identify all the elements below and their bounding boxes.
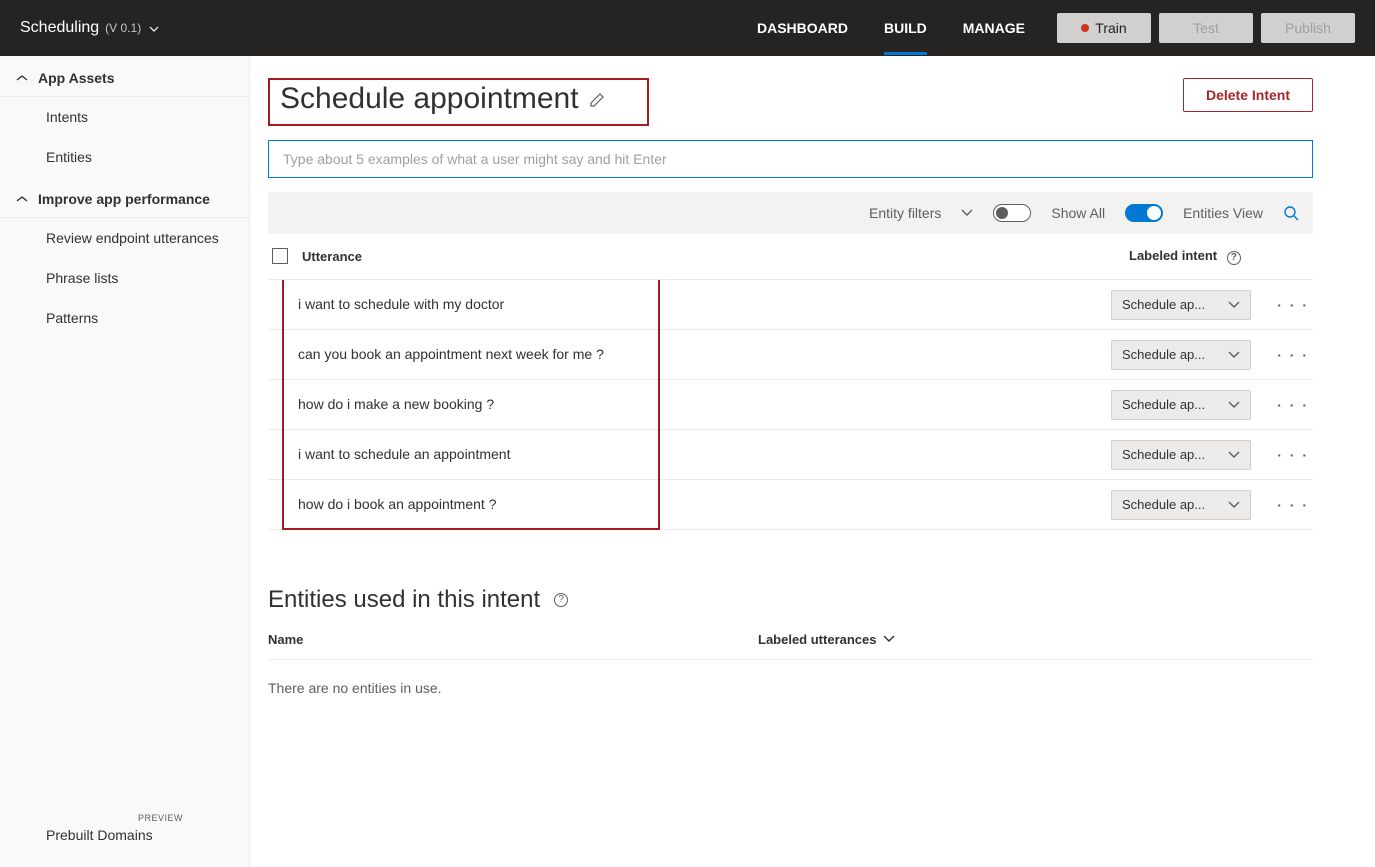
more-icon[interactable]: · · · <box>1277 397 1309 413</box>
column-utterance: Utterance <box>302 249 1129 264</box>
test-button[interactable]: Test <box>1159 13 1253 43</box>
status-dot-icon <box>1081 24 1089 32</box>
entities-section-title: Entities used in this intent ? <box>268 586 1313 614</box>
intent-dropdown[interactable]: Schedule ap... <box>1111 440 1251 470</box>
sidebar-section-app-assets[interactable]: App Assets <box>0 56 249 97</box>
sidebar-item-prebuilt-domains[interactable]: PREVIEW Prebuilt Domains <box>0 813 249 867</box>
entity-filters-label: Entity filters <box>869 205 941 221</box>
train-button[interactable]: Train <box>1057 13 1151 43</box>
top-tabs: DASHBOARD BUILD MANAGE <box>757 2 1025 55</box>
chevron-down-icon <box>1228 351 1240 359</box>
tab-dashboard[interactable]: DASHBOARD <box>757 2 848 55</box>
preview-badge: PREVIEW <box>138 813 183 823</box>
sidebar-item-patterns[interactable]: Patterns <box>0 298 249 338</box>
delete-intent-button[interactable]: Delete Intent <box>1183 78 1313 112</box>
sidebar-item-entities[interactable]: Entities <box>0 137 249 177</box>
intent-dropdown[interactable]: Schedule ap... <box>1111 490 1251 520</box>
sidebar-item-review[interactable]: Review endpoint utterances <box>0 218 249 258</box>
search-icon[interactable] <box>1283 205 1299 221</box>
utterance-input[interactable] <box>268 140 1313 178</box>
chevron-up-icon <box>16 74 28 82</box>
main-content: Schedule appointment Delete Intent Entit… <box>250 56 1375 867</box>
chevron-down-icon <box>1228 451 1240 459</box>
show-all-toggle[interactable] <box>993 204 1031 222</box>
chevron-down-icon <box>883 635 895 643</box>
more-icon[interactable]: · · · <box>1277 447 1309 463</box>
more-icon[interactable]: · · · <box>1277 297 1309 313</box>
chevron-down-icon <box>1228 501 1240 509</box>
sidebar-item-intents[interactable]: Intents <box>0 97 249 137</box>
intent-dropdown-label: Schedule ap... <box>1122 397 1205 412</box>
column-labeled-intent: Labeled intent ? <box>1129 248 1309 265</box>
utterance-table-header: Utterance Labeled intent ? <box>268 234 1313 280</box>
entities-view-toggle[interactable] <box>1125 204 1163 222</box>
filter-bar: Entity filters Show All Entities View <box>268 192 1313 234</box>
edit-icon[interactable] <box>589 90 607 108</box>
help-icon[interactable]: ? <box>554 593 568 607</box>
app-title: Scheduling <box>20 19 99 37</box>
intent-dropdown[interactable]: Schedule ap... <box>1111 290 1251 320</box>
intent-dropdown[interactable]: Schedule ap... <box>1111 340 1251 370</box>
select-all-checkbox[interactable] <box>272 248 288 264</box>
tab-manage[interactable]: MANAGE <box>963 2 1025 55</box>
entities-table-header: Name Labeled utterances <box>268 614 1313 660</box>
chevron-up-icon <box>16 195 28 203</box>
publish-button[interactable]: Publish <box>1261 13 1355 43</box>
entities-empty-message: There are no entities in use. <box>268 660 1313 716</box>
top-bar: Scheduling (V 0.1) DASHBOARD BUILD MANAG… <box>0 0 1375 56</box>
column-name: Name <box>268 632 758 647</box>
show-all-label: Show All <box>1051 205 1105 221</box>
column-labeled-utterances[interactable]: Labeled utterances <box>758 632 895 647</box>
tab-build[interactable]: BUILD <box>884 2 927 55</box>
sidebar-item-phrase-lists[interactable]: Phrase lists <box>0 258 249 298</box>
help-icon[interactable]: ? <box>1227 251 1241 265</box>
chevron-down-icon[interactable] <box>961 209 973 217</box>
intent-dropdown-label: Schedule ap... <box>1122 447 1205 462</box>
entities-view-label: Entities View <box>1183 205 1263 221</box>
train-label: Train <box>1095 20 1126 36</box>
chevron-down-icon <box>1228 401 1240 409</box>
intent-dropdown-label: Schedule ap... <box>1122 297 1205 312</box>
chevron-down-icon <box>149 26 159 32</box>
intent-dropdown-label: Schedule ap... <box>1122 497 1205 512</box>
app-version: (V 0.1) <box>105 21 141 35</box>
chevron-down-icon <box>1228 301 1240 309</box>
app-selector[interactable]: Scheduling (V 0.1) <box>20 19 159 37</box>
page-title: Schedule appointment <box>280 82 579 116</box>
title-highlight-box: Schedule appointment <box>268 78 649 126</box>
more-icon[interactable]: · · · <box>1277 347 1309 363</box>
sidebar-section-improve[interactable]: Improve app performance <box>0 177 249 218</box>
intent-dropdown-label: Schedule ap... <box>1122 347 1205 362</box>
sidebar: App Assets Intents Entities Improve app … <box>0 56 250 867</box>
utterance-list: i want to schedule with my doctor Schedu… <box>268 280 1313 530</box>
more-icon[interactable]: · · · <box>1277 497 1309 513</box>
intent-dropdown[interactable]: Schedule ap... <box>1111 390 1251 420</box>
